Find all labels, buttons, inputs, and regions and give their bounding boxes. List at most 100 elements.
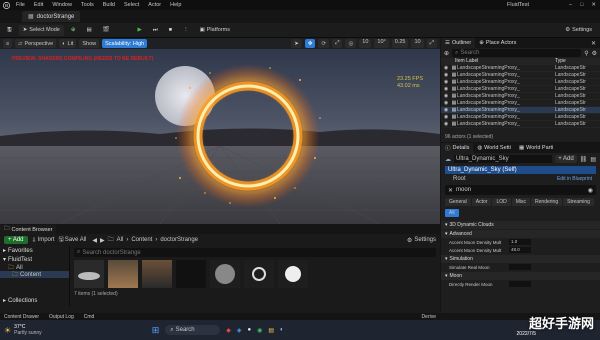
tab-world-partition[interactable]: ▦ World Parti <box>515 143 557 153</box>
property-value[interactable]: 1.0 <box>509 239 531 245</box>
property-value[interactable]: 48.0 <box>509 247 531 253</box>
col-type[interactable]: Type <box>555 58 566 64</box>
eye-icon[interactable]: ◉ <box>588 187 593 194</box>
content-drawer-button[interactable]: Content Drawer <box>4 314 39 320</box>
eye-icon[interactable]: ◉ <box>441 107 451 113</box>
eye-icon[interactable]: ◉ <box>441 79 451 85</box>
world-space-icon[interactable]: ◎ <box>345 39 357 48</box>
filter-all-button[interactable]: All <box>445 209 459 217</box>
asset-thumbnail[interactable] <box>176 260 206 288</box>
property-value[interactable] <box>509 281 531 287</box>
component-root-row[interactable]: Root Edit in Blueprint <box>445 175 596 183</box>
save-all-button[interactable]: Save All <box>65 237 87 243</box>
step-icon[interactable]: ⏭ <box>149 25 162 36</box>
outliner-row[interactable]: ◉ ▦ LandscapeStreamingProxy_ LandscapeStr <box>441 121 600 128</box>
level-tab[interactable]: ▦ doctorStrange <box>22 11 81 22</box>
level-viewport[interactable]: PREVIEW: SHADERS COMPILING (NEEDS TO BE … <box>0 38 440 224</box>
play-options-icon[interactable]: ⋮ <box>179 25 193 36</box>
breadcrumb-all[interactable]: All <box>117 237 124 243</box>
eye-icon[interactable]: ◉ <box>441 121 451 127</box>
weather-widget[interactable]: ☀ 37°C Partly sunny <box>4 324 42 336</box>
details-layout-icon[interactable]: ▤ <box>590 156 596 163</box>
tab-outliner[interactable]: ☰ Outliner <box>441 38 476 48</box>
app-icon[interactable]: ◉ <box>257 327 262 334</box>
menu-build[interactable]: Build <box>103 2 115 8</box>
rotate-icon[interactable]: ⟳ <box>318 39 330 48</box>
close-icon[interactable]: ✕ <box>591 2 596 8</box>
outliner-row[interactable]: ◉ ▦ LandscapeStreamingProxy_ LandscapeStr <box>441 72 600 79</box>
stop-icon[interactable]: ■ <box>165 25 176 36</box>
menu-file[interactable]: File <box>16 2 25 8</box>
angle-snap[interactable]: 10° <box>374 39 389 48</box>
app-icon[interactable]: ◆ <box>226 327 231 334</box>
cinematics-icon[interactable]: 🎬 <box>99 25 114 36</box>
outliner-row[interactable]: ◉ ▦ LandscapeStreamingProxy_ LandscapeStr <box>441 114 600 121</box>
filter-actor-button[interactable]: Actor <box>471 198 492 206</box>
menu-help[interactable]: Help <box>170 2 181 8</box>
asset-thumbnail[interactable] <box>210 260 240 288</box>
outliner-row[interactable]: ◉ ▦ LandscapeStreamingProxy_ LandscapeStr <box>441 107 600 114</box>
scale-icon[interactable]: ⤢ <box>332 39 343 48</box>
eye-icon[interactable]: ◉ <box>441 114 451 120</box>
save-icon[interactable]: 🖫 <box>3 25 16 36</box>
menu-actor[interactable]: Actor <box>148 2 161 8</box>
asset-thumbnail[interactable] <box>108 260 138 288</box>
asset-thumbnail[interactable] <box>142 260 172 288</box>
col-item-label[interactable]: Item Label <box>455 58 555 64</box>
content-search-input[interactable]: ⌕ Search doctorStrange <box>74 248 436 257</box>
details-section-header[interactable]: ▾ 3D Dynamic Clouds <box>441 221 600 229</box>
tab-place-actors[interactable]: ⊕ Place Actors <box>475 38 520 48</box>
outliner-row[interactable]: ◉ ▦ LandscapeStreamingProxy_ LandscapeStr <box>441 100 600 107</box>
actor-name[interactable]: Ultra_Dynamic_Sky <box>454 155 553 163</box>
tab-world-settings[interactable]: ◍ World Setti <box>473 143 515 153</box>
add-actor-icon[interactable]: ⊕ <box>67 25 80 36</box>
content-settings-button[interactable]: Settings <box>414 237 436 243</box>
outliner-row[interactable]: ◉ ▦ LandscapeStreamingProxy_ LandscapeStr <box>441 65 600 72</box>
breadcrumb-content[interactable]: Content <box>131 237 152 243</box>
tab-details[interactable]: ⓘ Details <box>441 143 474 153</box>
app-icon[interactable]: ● <box>247 327 251 333</box>
blueprint-link-icon[interactable]: ⛓ <box>580 156 588 163</box>
close-panel-icon[interactable]: ✕ <box>591 40 596 47</box>
cmd-button[interactable]: Cmd <box>84 314 95 320</box>
import-button[interactable]: Import <box>38 237 55 243</box>
select-tool-icon[interactable]: ➤ <box>291 39 302 48</box>
menu-tools[interactable]: Tools <box>81 2 94 8</box>
scalability-button[interactable]: Scalability: High <box>102 39 148 48</box>
clear-search-icon[interactable]: ✕ <box>448 187 453 194</box>
filter-streaming-button[interactable]: Streaming <box>563 198 594 206</box>
outliner-row[interactable]: ◉ ▦ LandscapeStreamingProxy_ LandscapeStr <box>441 93 600 100</box>
forward-icon[interactable]: ▶ <box>100 237 105 244</box>
details-section-header[interactable]: ▾ Simulation <box>441 255 600 263</box>
app-icon[interactable]: ◈ <box>237 327 242 334</box>
tree-all[interactable]: 🗀 All <box>0 264 69 271</box>
filter-general-button[interactable]: General <box>445 198 471 206</box>
menu-edit[interactable]: Edit <box>34 2 43 8</box>
lit-button[interactable]: ◐ Lit <box>59 39 77 48</box>
viewport-menu-icon[interactable]: ≡ <box>3 39 13 48</box>
favorites-header[interactable]: ▸ Favorites <box>0 246 69 255</box>
camera-speed[interactable]: 0.25 <box>391 39 409 48</box>
outliner-row[interactable]: ◉ ▦ LandscapeStreamingProxy_ LandscapeStr <box>441 86 600 93</box>
eye-icon[interactable]: ◉ <box>441 86 451 92</box>
mode-select[interactable]: ➤ Select Mode <box>18 24 64 36</box>
translate-icon[interactable]: ✥ <box>304 39 316 48</box>
show-button[interactable]: Show <box>79 39 100 48</box>
tab-content-browser[interactable]: 🗀 Content Browser <box>0 224 57 235</box>
outliner-search-input[interactable]: ⌕ Search <box>452 49 582 57</box>
gear-icon[interactable]: ⚙ <box>407 237 412 244</box>
grid-size[interactable]: 10 <box>411 39 424 48</box>
content-add-button[interactable]: + Add <box>4 236 28 244</box>
breadcrumb-folder[interactable]: doctorStrange <box>160 237 198 243</box>
eye-icon[interactable]: ◉ <box>441 65 451 71</box>
back-icon[interactable]: ◀ <box>92 237 97 244</box>
maximize-icon[interactable]: □ <box>580 2 583 8</box>
output-log-button[interactable]: Output Log <box>49 314 74 320</box>
menu-select[interactable]: Select <box>124 2 139 8</box>
collections-header[interactable]: ▸ Collections <box>0 296 69 305</box>
eye-icon[interactable]: ◉ <box>441 100 451 106</box>
details-section-header[interactable]: ▾ Advanced <box>441 230 600 238</box>
blueprint-icon[interactable]: ▤ <box>82 25 95 36</box>
outliner-row[interactable]: ◉ ▦ LandscapeStreamingProxy_ LandscapeStr <box>441 79 600 86</box>
eye-icon[interactable]: ◉ <box>441 93 451 99</box>
